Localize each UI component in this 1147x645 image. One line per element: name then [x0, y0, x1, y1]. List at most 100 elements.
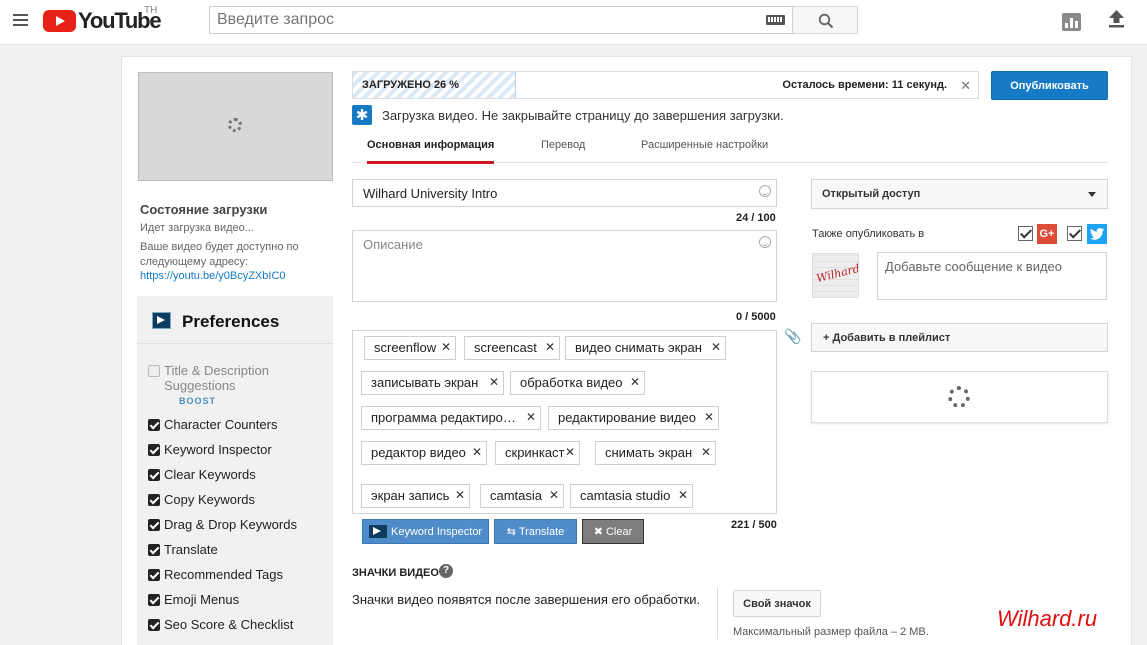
keyword-inspector-button[interactable]: Keyword Inspector	[362, 519, 489, 544]
pref-translate[interactable]: Translate	[148, 542, 218, 557]
remove-tag-icon[interactable]: ✕	[455, 488, 465, 502]
boost-badge[interactable]: BOOST	[179, 396, 216, 406]
checkbox[interactable]	[148, 494, 160, 506]
remove-tag-icon[interactable]: ✕	[704, 410, 714, 424]
help-icon[interactable]: ?	[439, 564, 453, 578]
publish-button[interactable]: Опубликовать	[991, 71, 1108, 100]
share-twitter-checkbox[interactable]	[1067, 226, 1082, 241]
pref-character-counters[interactable]: Character Counters	[148, 417, 277, 432]
remove-tag-icon[interactable]: ✕	[565, 445, 575, 459]
tag-chip[interactable]: записывать экран ✕	[361, 371, 504, 395]
upload-availability: Ваше видео будет доступно по следующему …	[140, 241, 299, 268]
pref-title-description-suggestions[interactable]: Title & Description Suggestions	[148, 363, 328, 393]
translate-button[interactable]: ⇆ Translate	[494, 519, 577, 544]
remove-tag-icon[interactable]: ✕	[545, 340, 555, 354]
pref-label: Emoji Menus	[164, 592, 240, 607]
preferences-panel: Preferences Title & Description Suggesti…	[137, 296, 333, 645]
upload-card: Состояние загрузки Идет загрузка видео..…	[121, 56, 1132, 645]
title-input[interactable]	[353, 180, 776, 206]
pref-label: Clear Keywords	[164, 467, 256, 482]
tab-basic-info[interactable]: Основная информация	[367, 139, 495, 164]
emoji-icon[interactable]	[759, 236, 771, 248]
pref-keyword-inspector[interactable]: Keyword Inspector	[148, 442, 272, 457]
tab-translation[interactable]: Перевод	[541, 139, 585, 161]
remove-tag-icon[interactable]: ✕	[549, 488, 559, 502]
paperclip-icon[interactable]: 📎	[784, 328, 801, 345]
avatar-signature: Wilhard	[815, 261, 859, 286]
search-button[interactable]	[792, 6, 858, 34]
checkbox[interactable]	[148, 544, 160, 556]
divider	[717, 587, 718, 639]
remove-tag-icon[interactable]: ✕	[489, 375, 499, 389]
upload-icon[interactable]	[1108, 10, 1125, 28]
tag-chip[interactable]: обработка видео ✕	[510, 371, 645, 395]
pref-label: Translate	[164, 542, 218, 557]
close-icon[interactable]: ✕	[960, 78, 971, 94]
checkbox[interactable]	[148, 419, 160, 431]
tag-chip[interactable]: редактирование видео ✕	[548, 406, 719, 430]
tag-chip[interactable]: camtasia studio ✕	[570, 484, 693, 508]
google-plus-icon: G+	[1037, 224, 1057, 244]
tab-advanced-settings[interactable]: Расширенные настройки	[641, 139, 768, 161]
pref-label: Seo Score & Checklist	[164, 617, 294, 632]
tag-chip[interactable]: видео снимать экран ✕	[565, 336, 726, 360]
menu-icon[interactable]	[13, 14, 28, 26]
youtube-logo[interactable]: YouTube TH	[43, 5, 162, 33]
tag-chip[interactable]: программа редактиро… ✕	[361, 406, 541, 430]
masthead: YouTube TH	[0, 0, 1147, 45]
share-message-input[interactable]	[878, 253, 1106, 299]
title-field	[352, 179, 777, 207]
pref-copy-keywords[interactable]: Copy Keywords	[148, 492, 255, 507]
pref-drag-drop-keywords[interactable]: Drag & Drop Keywords	[148, 517, 297, 532]
remove-tag-icon[interactable]: ✕	[678, 488, 688, 502]
video-link[interactable]: https://youtu.be/y0BcyZXbIC0	[140, 270, 286, 282]
pref-emoji-menus[interactable]: Emoji Menus	[148, 592, 239, 607]
twitter-icon	[1087, 224, 1107, 244]
title-counter: 24 / 100	[736, 212, 776, 224]
clear-button[interactable]: ✖ Clear	[582, 519, 644, 544]
share-message-field	[877, 252, 1107, 300]
share-gplus-checkbox[interactable]	[1018, 226, 1033, 241]
tag-chip[interactable]: camtasia ✕	[480, 484, 564, 508]
keyboard-icon[interactable]	[766, 15, 785, 25]
tag-chip[interactable]: screencast ✕	[464, 336, 560, 360]
tag-chip[interactable]: screenflow ✕	[364, 336, 456, 360]
custom-thumbnail-button[interactable]: Свой значок	[733, 590, 821, 617]
checkbox[interactable]	[148, 569, 160, 581]
checkbox[interactable]	[148, 365, 160, 377]
pref-label: Copy Keywords	[164, 492, 256, 507]
tag-chip[interactable]: скринкаст ✕	[495, 441, 580, 465]
checkbox[interactable]	[148, 469, 160, 481]
checkbox[interactable]	[148, 519, 160, 531]
upload-status-sub: Идет загрузка видео...	[140, 222, 254, 234]
loading-spinner-icon	[228, 118, 242, 132]
description-input[interactable]	[353, 231, 776, 301]
tags-box[interactable]: screenflow ✕ screencast ✕ видео снимать эк…	[352, 330, 777, 514]
privacy-select[interactable]: Открытый доступ	[811, 179, 1108, 209]
pref-clear-keywords[interactable]: Clear Keywords	[148, 467, 256, 482]
tag-label: обработка видео	[520, 375, 623, 390]
remove-tag-icon[interactable]: ✕	[472, 445, 482, 459]
remove-tag-icon[interactable]: ✕	[630, 375, 640, 389]
pref-recommended-tags[interactable]: Recommended Tags	[148, 567, 283, 582]
analytics-icon[interactable]	[1062, 13, 1081, 31]
remove-tag-icon[interactable]: ✕	[711, 340, 721, 354]
remove-tag-icon[interactable]: ✕	[441, 340, 451, 354]
tag-chip[interactable]: снимать экран ✕	[595, 441, 716, 465]
thumbnails-heading: ЗНАЧКИ ВИДЕО	[352, 567, 439, 579]
tag-label: снимать экран	[605, 445, 693, 460]
tag-chip[interactable]: редактор видео ✕	[361, 441, 487, 465]
search-input[interactable]	[210, 7, 750, 33]
search-icon	[818, 13, 834, 29]
clear-icon: ✖	[593, 526, 603, 538]
checkbox[interactable]	[148, 444, 160, 456]
pref-seo-score-checklist[interactable]: Seo Score & Checklist	[148, 617, 293, 632]
emoji-icon[interactable]	[759, 185, 771, 197]
checkbox[interactable]	[148, 619, 160, 631]
checkbox[interactable]	[148, 594, 160, 606]
add-to-playlist-button[interactable]: + Добавить в плейлист	[811, 323, 1108, 352]
remove-tag-icon[interactable]: ✕	[701, 445, 711, 459]
preferences-title: Preferences	[182, 312, 280, 331]
tag-chip[interactable]: экран запись ✕	[361, 484, 470, 508]
remove-tag-icon[interactable]: ✕	[526, 410, 536, 424]
